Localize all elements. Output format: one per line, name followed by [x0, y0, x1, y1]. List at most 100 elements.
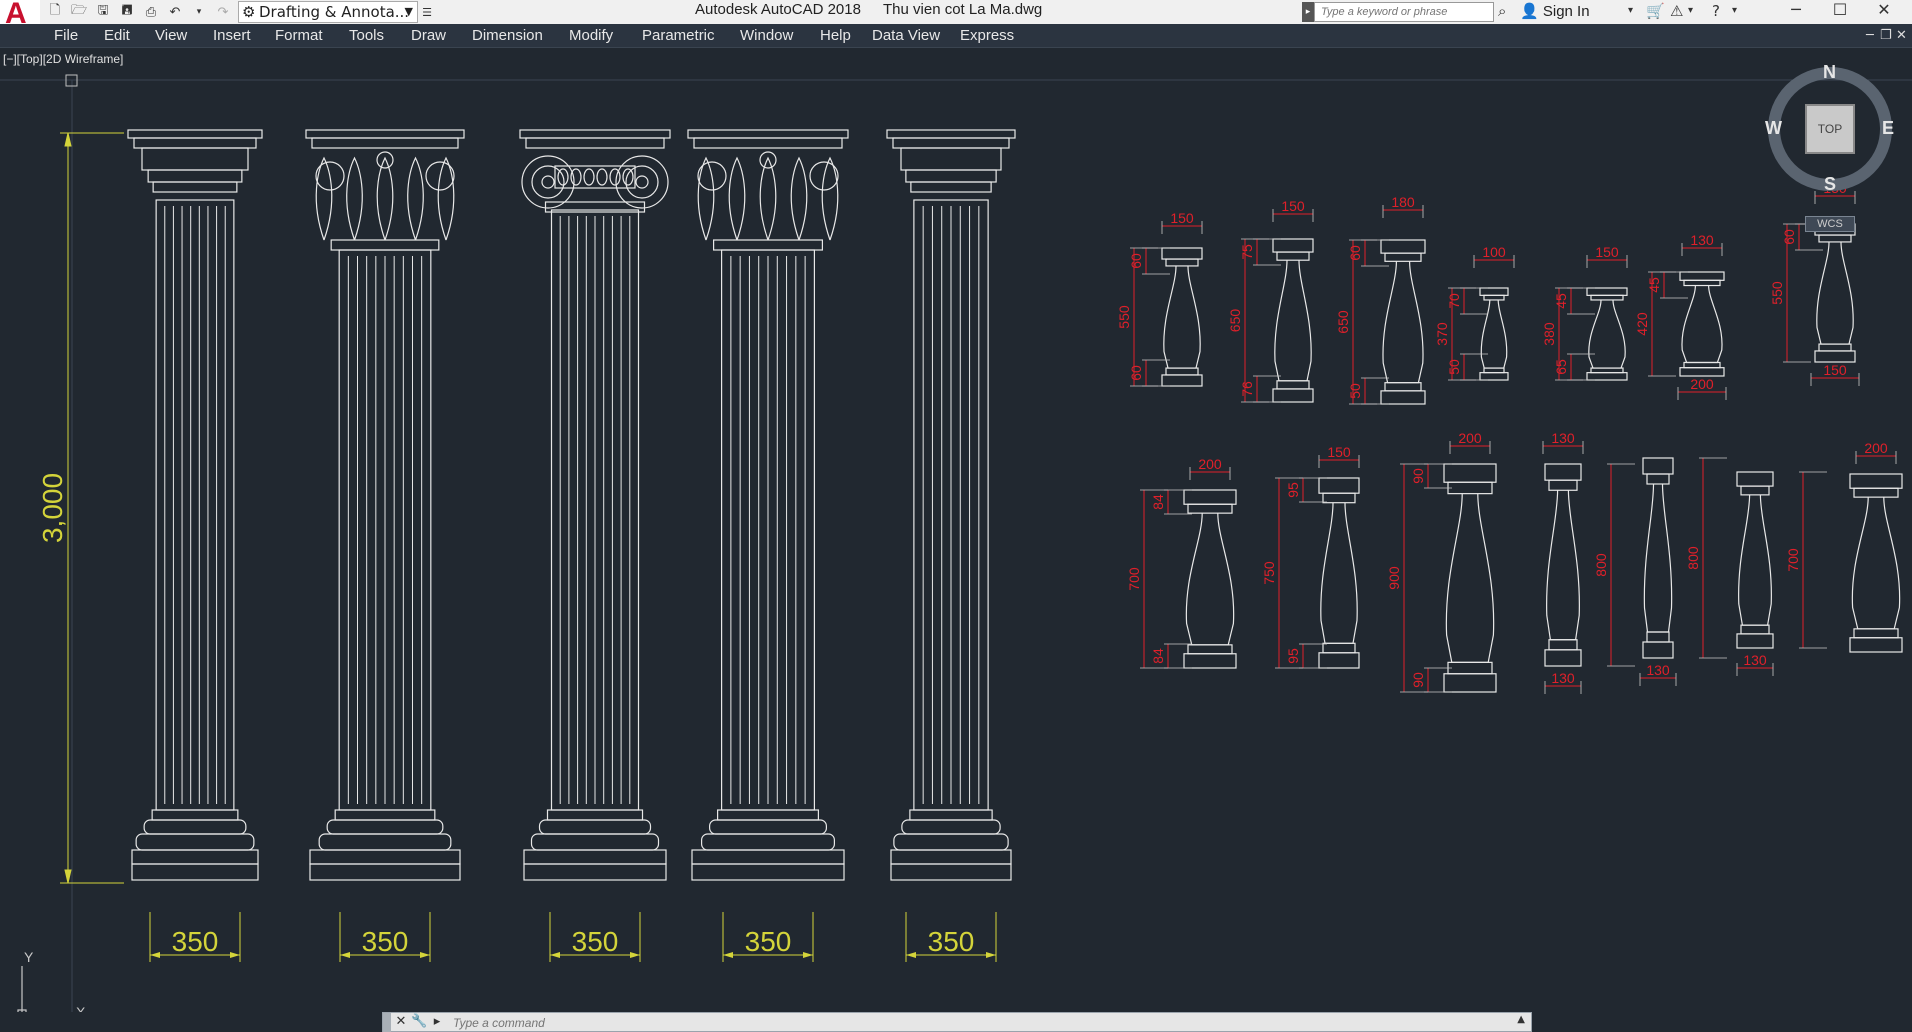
customize-icon[interactable]: 🔧	[411, 1014, 427, 1030]
command-line-grip[interactable]	[383, 1013, 391, 1032]
drawing-canvas[interactable]: 3,000 350 350 350 350 350 150 550 60 60 150 650 75…	[0, 48, 1912, 1012]
menu-help[interactable]: Help	[820, 27, 851, 44]
baluster	[1736, 471, 1774, 649]
menu-dimension[interactable]: Dimension	[472, 27, 543, 44]
baluster-height-dimension: 900	[1386, 463, 1428, 693]
sign-in-button[interactable]: 👤 Sign In	[1520, 2, 1590, 20]
help-icon[interactable]: ?	[1712, 2, 1720, 20]
compass-west[interactable]: W	[1765, 118, 1782, 139]
close-icon[interactable]: ✕	[393, 1014, 409, 1030]
workspace-dropdown[interactable]: ⚙ Drafting & Annota... ▼	[238, 1, 418, 23]
baluster-width-text: 150	[1170, 210, 1194, 226]
baluster-width-dimension: 150	[1272, 198, 1314, 222]
column-doric	[127, 129, 263, 881]
exchange-dropdown-icon[interactable]: ▾	[1688, 5, 1693, 16]
search-input[interactable]	[1314, 2, 1494, 22]
baluster-height-dimension: 84	[1150, 489, 1192, 515]
undo-dropdown-icon[interactable]: ▾	[190, 3, 208, 21]
menu-modify[interactable]: Modify	[569, 27, 613, 44]
baluster	[1443, 463, 1497, 693]
cart-icon[interactable]: 🛒	[1646, 2, 1665, 20]
baluster-width-dimension: 200	[1449, 430, 1491, 454]
menu-express[interactable]: Express	[960, 27, 1014, 44]
baluster-height-text: 700	[1126, 567, 1142, 591]
undo-icon[interactable]: ↶	[166, 3, 184, 21]
autodesk-app-icon[interactable]: ⚠	[1670, 2, 1683, 20]
doc-close-button[interactable]: ✕	[1896, 28, 1907, 43]
column-width-text: 350	[928, 926, 975, 957]
menu-file[interactable]: File	[54, 27, 78, 44]
search-expand-icon[interactable]: ▸	[1302, 2, 1314, 22]
baluster-width-text: 130	[1690, 232, 1714, 248]
baluster	[1586, 287, 1628, 381]
command-line: ✕ 🔧 ▸ ▲	[382, 1012, 1532, 1032]
save-icon[interactable]: 🖫	[94, 3, 112, 21]
column-width-dimension: 350	[339, 912, 431, 962]
baluster-width-dimension: 180	[1382, 194, 1424, 218]
close-button[interactable]: ✕	[1862, 0, 1906, 22]
binoculars-icon[interactable]: ⌕	[1498, 2, 1506, 20]
menu-format[interactable]: Format	[275, 27, 323, 44]
menu-view[interactable]: View	[155, 27, 187, 44]
baluster-height-text: 84	[1150, 494, 1166, 510]
baluster-height-dimension: 800	[1593, 463, 1635, 667]
minimize-button[interactable]: ─	[1774, 0, 1818, 22]
height-dimension-text: 3,000	[37, 473, 68, 543]
new-file-icon[interactable]: 🗋	[46, 3, 64, 21]
baluster-height-text: 45	[1646, 277, 1662, 293]
baluster-height-dimension: 84	[1150, 643, 1192, 669]
baluster-width-dimension: 130	[1542, 430, 1584, 454]
wcs-menu[interactable]: WCS	[1805, 216, 1855, 232]
sign-in-dropdown-icon[interactable]: ▾	[1628, 5, 1633, 16]
baluster-height-text: 60	[1128, 253, 1144, 269]
column-width-text: 350	[172, 926, 219, 957]
menu-edit[interactable]: Edit	[104, 27, 130, 44]
menu-tools[interactable]: Tools	[349, 27, 384, 44]
open-file-icon[interactable]: 🗁	[70, 3, 88, 21]
baluster-height-text: 370	[1434, 322, 1450, 346]
baluster-height-dimension: 95	[1285, 643, 1327, 669]
compass-east[interactable]: E	[1882, 118, 1894, 139]
autocad-window: A 🗋 🗁 🖫 🖪 ⎙ ↶ ▾ ↷ ▾ ⚙ Drafting & Annota.…	[0, 0, 1912, 1032]
maximize-button[interactable]: ☐	[1818, 0, 1862, 22]
doc-restore-button[interactable]: ❐	[1880, 28, 1892, 43]
baluster-width-text: 200	[1458, 430, 1482, 446]
baluster-width-dimension: 130	[1736, 652, 1774, 676]
menu-draw[interactable]: Draw	[411, 27, 446, 44]
baluster-height-text: 700	[1785, 548, 1801, 572]
baluster	[1380, 239, 1426, 405]
balusters-group	[1161, 223, 1903, 693]
viewcube[interactable]: N S E W TOP	[1765, 62, 1905, 204]
baluster-width-text: 150	[1823, 362, 1847, 378]
print-icon[interactable]: ⎙	[142, 3, 160, 21]
baluster-height-dimension: 90	[1410, 463, 1452, 489]
command-history-icon[interactable]: ▲	[1517, 1014, 1525, 1025]
baluster-height-text: 90	[1410, 468, 1426, 484]
help-dropdown-icon[interactable]: ▾	[1732, 5, 1737, 16]
baluster-height-text: 84	[1150, 648, 1166, 664]
menu-window[interactable]: Window	[740, 27, 793, 44]
baluster-width-text: 130	[1646, 662, 1670, 678]
baluster	[1161, 247, 1203, 387]
compass-south[interactable]: S	[1824, 174, 1836, 195]
doc-minimize-button[interactable]: ─	[1866, 28, 1874, 43]
command-input[interactable]	[453, 1014, 1513, 1031]
baluster-width-dimension: 100	[1473, 244, 1515, 268]
compass-north[interactable]: N	[1823, 62, 1836, 83]
viewcube-top-face[interactable]: TOP	[1805, 104, 1855, 154]
menu-parametric[interactable]: Parametric	[642, 27, 715, 44]
recent-commands-icon[interactable]: ▸	[429, 1014, 445, 1030]
redo-icon[interactable]: ↷	[214, 3, 232, 21]
app-title: Autodesk AutoCAD 2018	[695, 1, 861, 18]
baluster-width-dimension: 130	[1544, 670, 1582, 694]
baluster-width-dimension: 150	[1586, 244, 1628, 268]
save-as-icon[interactable]: 🖪	[118, 3, 136, 21]
menu-insert[interactable]: Insert	[213, 27, 251, 44]
baluster-height-text: 95	[1285, 482, 1301, 498]
baluster-height-text: 650	[1335, 310, 1351, 334]
baluster-height-dimension: 700	[1785, 471, 1827, 649]
customize-toolbar-icon[interactable]: ☰	[418, 3, 436, 21]
baluster-height-text: 45	[1553, 293, 1569, 309]
menu-data-view[interactable]: Data View	[872, 27, 940, 44]
column-ionic	[519, 129, 671, 881]
